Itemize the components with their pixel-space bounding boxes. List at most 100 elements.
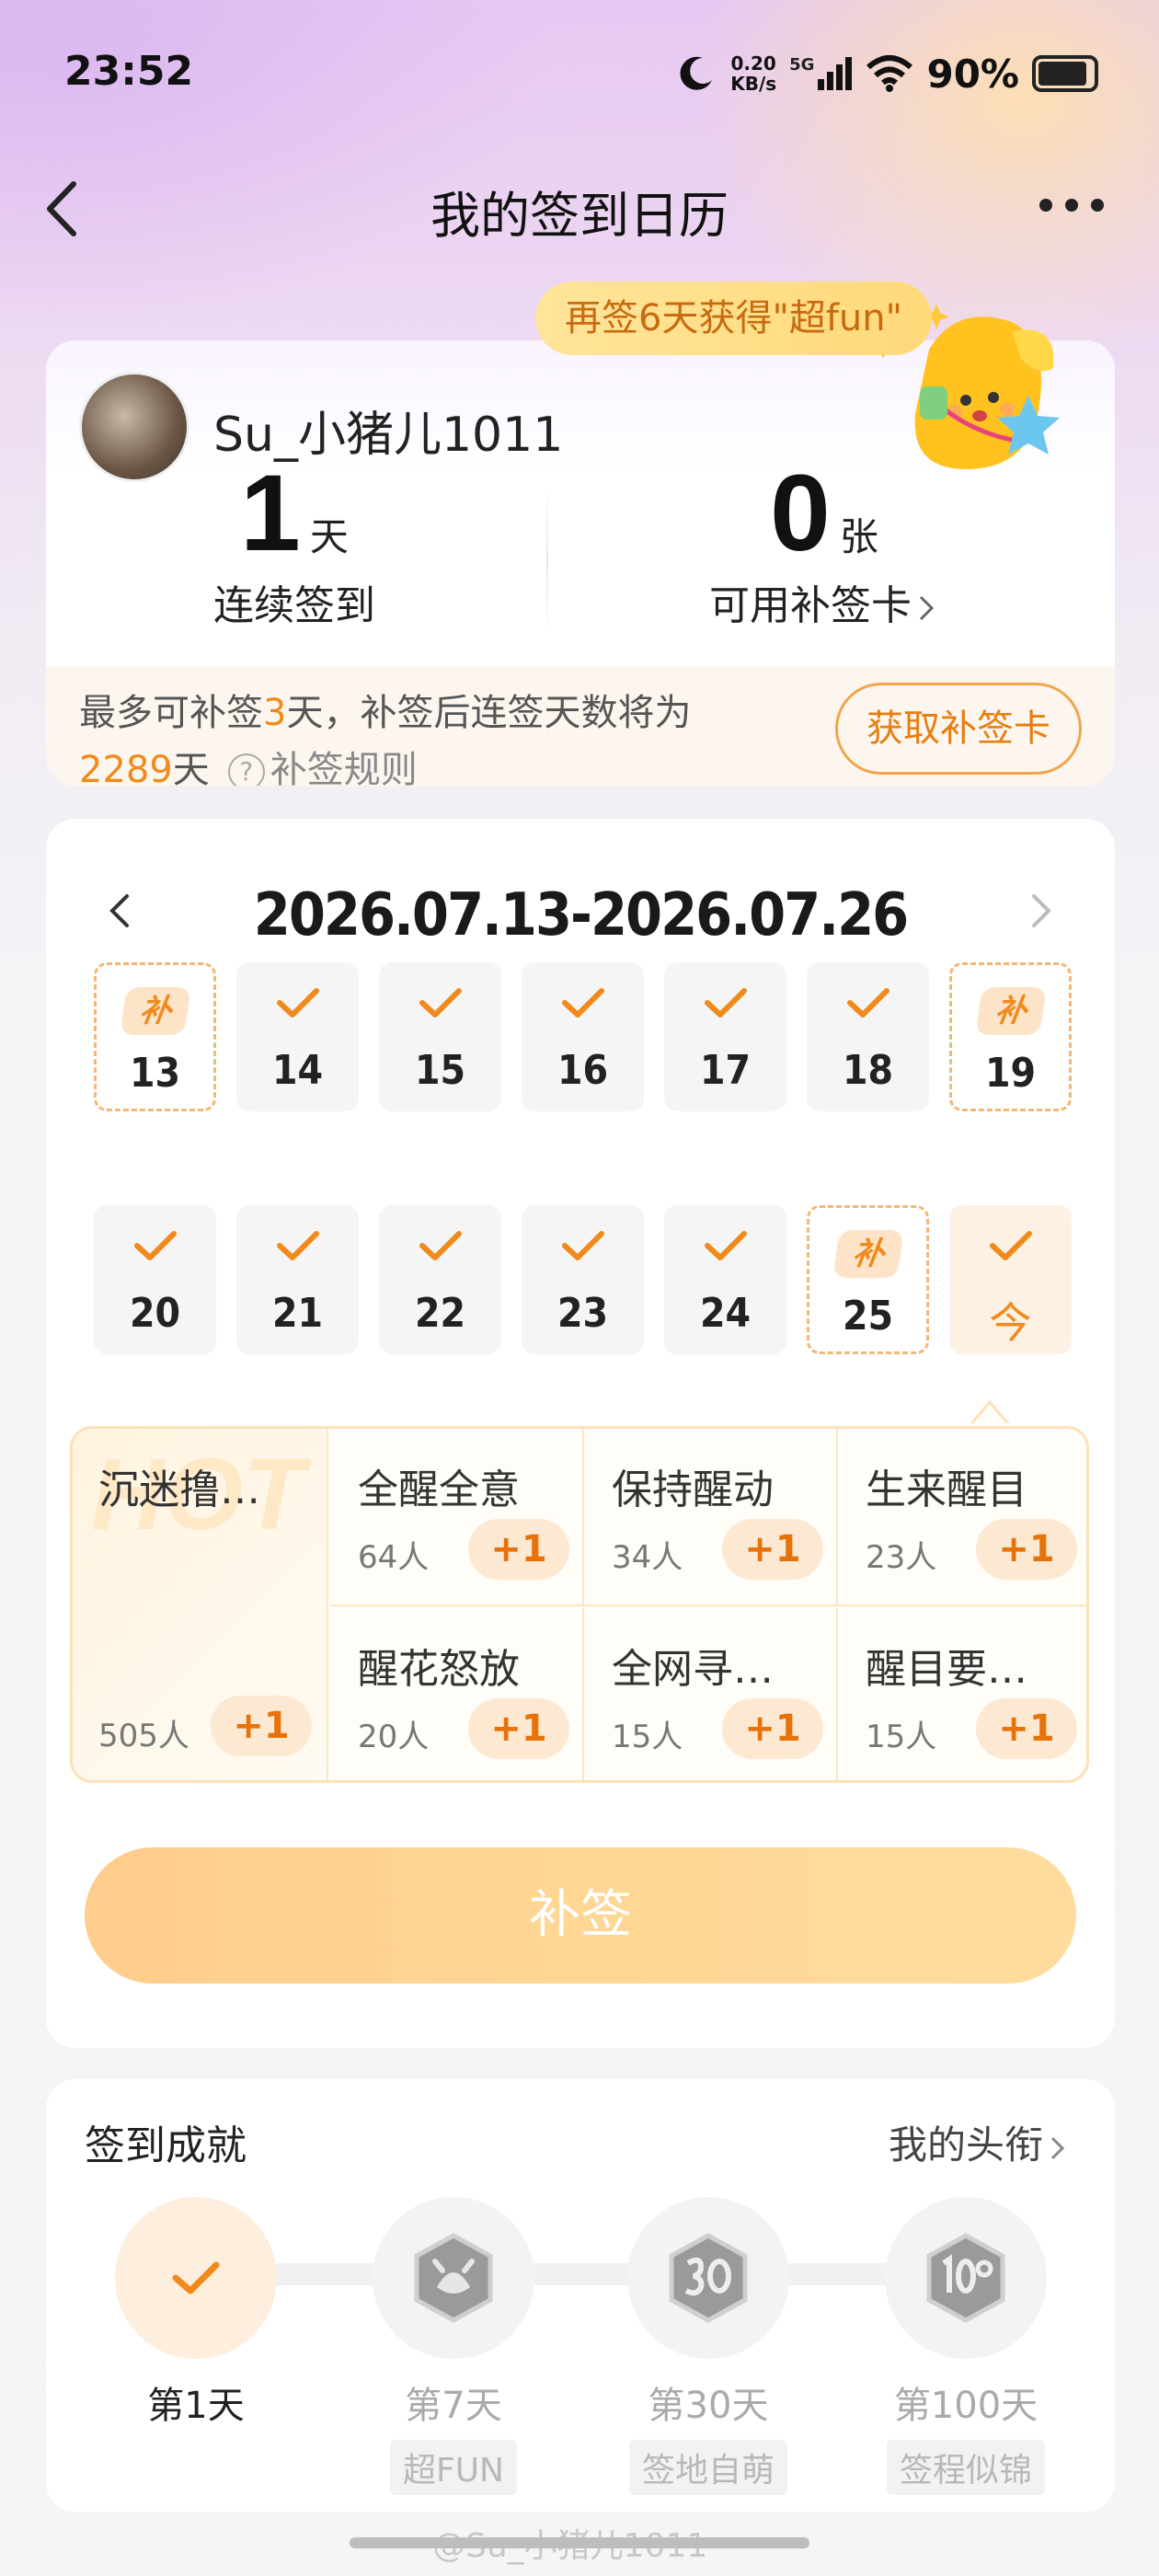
day-cell-25[interactable]: 补 25 <box>807 1205 929 1354</box>
makeup-rules-link[interactable]: 补签规则 <box>270 749 418 786</box>
cards-number: 0 <box>770 453 831 574</box>
check-icon <box>419 1231 462 1260</box>
day-cell-13[interactable]: 补 13 <box>94 962 216 1111</box>
reason-plus-one-button[interactable]: +1 <box>211 1696 312 1756</box>
achievement-item[interactable]: 第7天 超FUN <box>343 2197 564 2495</box>
day-cell-22[interactable]: 22 <box>379 1205 501 1354</box>
day-cell-18[interactable]: 18 <box>807 962 929 1111</box>
day-number: 15 <box>414 1047 466 1094</box>
day-number: 18 <box>842 1047 894 1094</box>
reason-item[interactable]: 全网寻… 15人 +1 <box>584 1608 838 1780</box>
day-cell-24[interactable]: 24 <box>664 1205 786 1354</box>
achievement-item[interactable]: 第100天签程似锦 <box>855 2197 1076 2495</box>
reason-count: 505人 <box>98 1718 189 1754</box>
reason-plus-one-button[interactable]: +1 <box>976 1519 1077 1580</box>
check-icon <box>989 1231 1032 1260</box>
check-icon <box>133 1231 177 1260</box>
net-speed: 0.20 KB/s <box>730 52 777 95</box>
day-cell-17[interactable]: 17 <box>664 962 786 1111</box>
check-icon <box>172 2261 220 2294</box>
day-number: 25 <box>842 1293 894 1340</box>
reason-plus-one-button[interactable]: +1 <box>468 1698 569 1759</box>
question-circle-icon[interactable]: ? <box>227 753 265 786</box>
day-cell-15[interactable]: 15 <box>379 962 501 1111</box>
day-cell-20[interactable]: 20 <box>94 1205 216 1354</box>
day-cell-21[interactable]: 21 <box>236 1205 359 1354</box>
day-number: 今 <box>989 1298 1032 1348</box>
achievement-badge <box>885 2197 1047 2359</box>
achievement-track <box>221 2263 938 2285</box>
makeup-info-text: 最多可补签3天，补签后连签天数将为 2289天? 补签规则 <box>79 684 691 786</box>
reason-grid: HOT 沉迷撸… 505人 +1 全醒全意 64人 +1 保持醒动 34人 +1 生来醒目 2… <box>70 1426 1089 1783</box>
wifi-icon <box>866 55 913 92</box>
reason-name: 醒花怒放 <box>358 1646 520 1693</box>
week-range: 2026.07.13-2026.07.26 <box>253 881 909 949</box>
reason-name: 全网寻… <box>612 1646 774 1693</box>
streak-label: 连续签到 <box>213 582 375 629</box>
achievement-title-tag: 签程似锦 <box>886 2440 1045 2495</box>
day-cell-14[interactable]: 14 <box>236 962 359 1111</box>
makeup-sign-button[interactable]: 补签 <box>85 1847 1076 1984</box>
reason-name: 生来醒目 <box>866 1466 1027 1513</box>
nav-bar: 我的签到日历 <box>0 156 1159 258</box>
reason-hot[interactable]: HOT 沉迷撸… 505人 +1 <box>73 1429 328 1780</box>
makeup-badge: 补 <box>974 987 1047 1035</box>
reason-plus-one-button[interactable]: +1 <box>722 1519 823 1580</box>
superfun-badge-icon <box>414 2233 493 2323</box>
day-number: 23 <box>557 1290 609 1337</box>
achievement-badge <box>373 2197 534 2359</box>
day-cell-23[interactable]: 23 <box>522 1205 644 1354</box>
status-icons: 0.20 KB/s 5G 90% <box>675 46 1098 101</box>
week-row-1: 补 13 14 15 16 17 18 补 19 <box>94 962 1073 1111</box>
achievement-badge <box>115 2197 277 2359</box>
reason-name: 沉迷撸… <box>98 1466 260 1513</box>
my-titles-link[interactable]: 我的头衔 <box>889 2114 1069 2170</box>
achievement-day-label: 第30天 <box>648 2385 769 2427</box>
reason-name: 保持醒动 <box>612 1466 774 1513</box>
achievement-title-tag: 超FUN <box>390 2440 517 2495</box>
reason-item[interactable]: 醒花怒放 20人 +1 <box>330 1608 584 1780</box>
reason-plus-one-button[interactable]: +1 <box>722 1698 823 1759</box>
makeup-badge: 补 <box>119 987 191 1035</box>
check-icon <box>704 988 747 1018</box>
battery-percent: 90% <box>926 51 1019 97</box>
reason-item[interactable]: 醒目要… 15人 +1 <box>838 1608 1086 1780</box>
reason-item[interactable]: 生来醒目 23人 +1 <box>838 1429 1086 1606</box>
reason-count: 15人 <box>866 1719 937 1755</box>
day-cell-19[interactable]: 补 19 <box>949 962 1072 1111</box>
reason-count: 23人 <box>866 1539 937 1576</box>
check-icon <box>704 1231 747 1260</box>
day-number: 13 <box>129 1050 181 1097</box>
check-icon <box>276 988 319 1018</box>
achievements-title: 签到成就 <box>85 2122 247 2169</box>
check-icon <box>419 988 462 1018</box>
reason-count: 34人 <box>612 1539 683 1576</box>
achievement-item[interactable]: 第1天 <box>86 2197 306 2429</box>
achievement-item[interactable]: 第30天签地自萌 <box>598 2197 819 2495</box>
day-cell-16[interactable]: 16 <box>522 962 644 1111</box>
chevron-right-icon <box>919 595 935 621</box>
get-makeup-card-button[interactable]: 获取补签卡 <box>835 683 1082 775</box>
day-cell-today[interactable]: 今 <box>949 1205 1072 1354</box>
status-bar: 23:52 0.20 KB/s 5G 90% <box>0 0 1159 147</box>
reason-count: 20人 <box>358 1719 430 1755</box>
reason-plus-one-button[interactable]: +1 <box>976 1698 1077 1759</box>
day-number: 19 <box>984 1050 1037 1097</box>
reason-item[interactable]: 全醒全意 64人 +1 <box>330 1429 584 1606</box>
reason-item[interactable]: 保持醒动 34人 +1 <box>584 1429 838 1606</box>
check-icon <box>276 1231 319 1260</box>
reason-plus-one-button[interactable]: +1 <box>468 1519 569 1580</box>
more-icon[interactable] <box>1030 182 1113 228</box>
reason-count: 64人 <box>358 1539 430 1576</box>
status-time: 23:52 <box>64 48 194 95</box>
achievement-day-label: 第1天 <box>147 2385 245 2427</box>
day-number: 20 <box>129 1290 181 1337</box>
achievement-title-tag: 签地自萌 <box>628 2440 787 2495</box>
reason-count: 15人 <box>612 1719 683 1755</box>
next-week-icon[interactable] <box>1014 883 1069 938</box>
home-indicator[interactable] <box>350 2537 809 2548</box>
reason-name: 醒目要… <box>866 1646 1027 1693</box>
check-icon <box>846 988 889 1018</box>
cards-label[interactable]: 可用补签卡 <box>548 572 1100 631</box>
achievement-day-label: 第100天 <box>893 2385 1039 2427</box>
